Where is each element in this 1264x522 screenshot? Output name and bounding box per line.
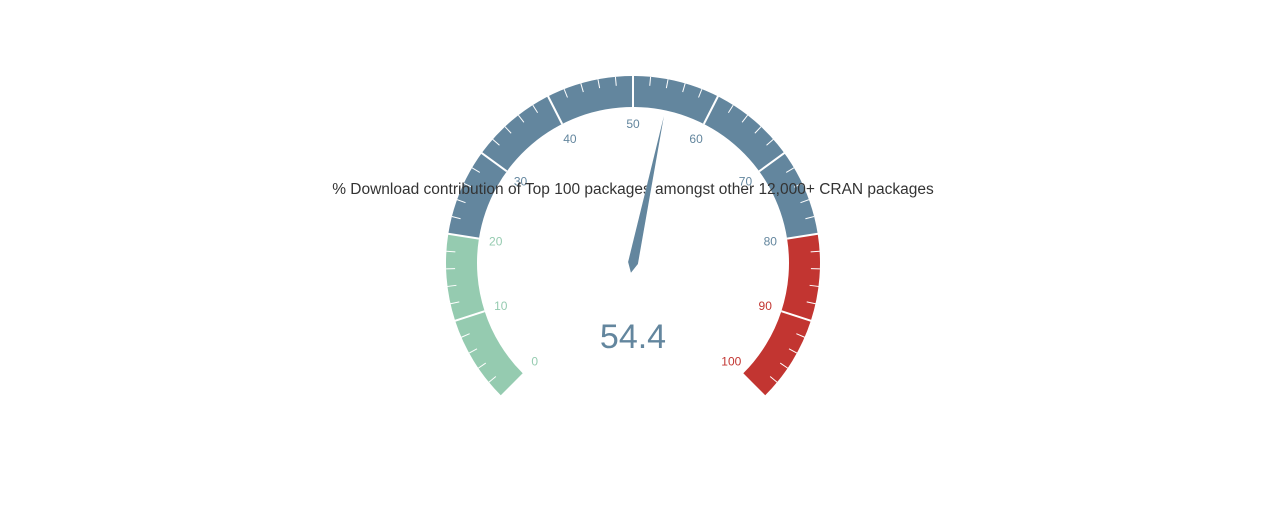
gauge-tick-label: 10: [494, 299, 508, 313]
gauge-tick-label: 20: [489, 234, 503, 248]
gauge-tick-label: 60: [689, 132, 703, 146]
gauge-minor-tick: [810, 250, 820, 253]
gauge-band-2: [743, 233, 821, 396]
gauge-tick-label: 90: [759, 299, 773, 313]
chart-title: % Download contribution of Top 100 packa…: [332, 181, 934, 198]
gauge-band-separators: [447, 75, 819, 323]
gauge-tick-label: 40: [563, 132, 577, 146]
gauge-band-0: [446, 233, 523, 396]
gauge-chart: 0102030405060708090100 % Download contri…: [332, 75, 934, 396]
gauge-tick-label: 100: [721, 354, 741, 368]
gauge-tick-label: 50: [626, 117, 640, 131]
gauge-tick-label: 0: [531, 354, 538, 368]
gauge-tick-label: 80: [764, 234, 778, 248]
gauge-value-label: 54.4: [600, 318, 666, 356]
gauge-minor-tick: [446, 250, 456, 253]
